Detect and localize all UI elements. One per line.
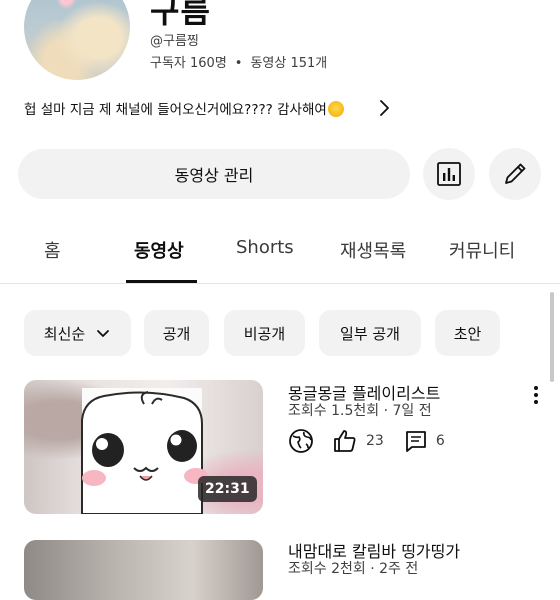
video-thumbnail[interactable]: [24, 540, 263, 600]
channel-description-text: 헙 설마 지금 제 채널에 들어오신거에요???? 감사해여: [24, 102, 327, 118]
video-duration: 22:31: [198, 476, 257, 502]
channel-tabs: 홈 동영상 Shorts 재생목록 커뮤니티: [0, 225, 560, 284]
subscriber-count: 구독자 160명: [150, 56, 227, 71]
sort-label: 최신순: [43, 324, 86, 343]
manage-videos-button[interactable]: 동영상 관리: [18, 149, 410, 199]
sort-dropdown[interactable]: 최신순: [24, 310, 131, 356]
channel-avatar[interactable]: [24, 0, 130, 80]
channel-handle: @구름찡: [150, 34, 199, 49]
edit-channel-button[interactable]: [489, 148, 541, 200]
tab-community[interactable]: 커뮤니티: [449, 237, 515, 263]
video-meta: 조회수 1.5천회 · 7일 전: [288, 403, 432, 419]
tab-home[interactable]: 홈: [44, 237, 61, 263]
pencil-icon: [505, 163, 526, 184]
active-tab-indicator: [126, 280, 197, 283]
globe-icon: [289, 429, 313, 453]
tab-shorts[interactable]: Shorts: [236, 237, 294, 258]
chevron-down-icon: [97, 330, 110, 337]
tab-videos[interactable]: 동영상: [134, 237, 184, 263]
blushing-face-icon: [327, 101, 344, 117]
chip-unlisted[interactable]: 일부 공개: [319, 310, 421, 356]
tab-playlists[interactable]: 재생목록: [340, 237, 406, 263]
video-meta: 조회수 2천회 · 2주 전: [288, 561, 419, 577]
channel-description[interactable]: 헙 설마 지금 제 채널에 들어오신거에요???? 감사해여: [24, 98, 344, 118]
more-vert-icon[interactable]: [524, 383, 548, 407]
analytics-button[interactable]: [423, 148, 475, 200]
chevron-right-icon[interactable]: [375, 98, 395, 118]
chip-drafts[interactable]: 초안: [435, 310, 500, 356]
chip-private[interactable]: 비공개: [224, 310, 305, 356]
video-count: 동영상 151개: [250, 56, 328, 71]
channel-stats: 구독자 160명 • 동영상 151개: [150, 52, 327, 71]
scrollbar[interactable]: [550, 292, 554, 382]
bar-chart-icon: [437, 162, 461, 186]
comment-count: 6: [435, 433, 445, 449]
video-stats-row: 23 6: [288, 428, 445, 454]
channel-name: 구름: [150, 0, 211, 30]
comment-icon: [405, 431, 426, 452]
stats-separator: •: [234, 56, 243, 71]
like-count: 23: [366, 433, 384, 449]
thumbs-up-icon: [334, 430, 356, 452]
chip-public[interactable]: 공개: [144, 310, 209, 356]
